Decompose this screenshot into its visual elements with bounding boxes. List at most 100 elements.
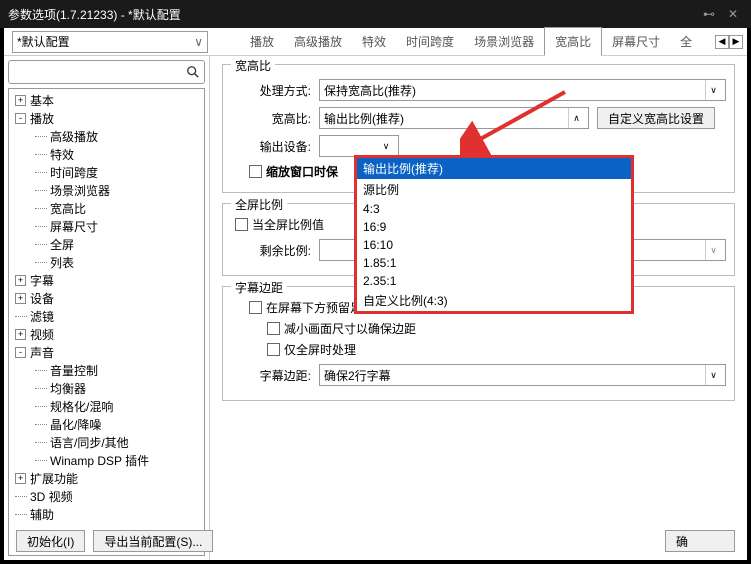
tree-item[interactable]: -播放 xyxy=(11,109,202,127)
tree-label: 规格化/混响 xyxy=(50,398,113,415)
tree-label: 基本 xyxy=(30,92,54,109)
search-input[interactable] xyxy=(13,62,186,82)
resize-label: 缩放窗口时保 xyxy=(266,163,338,180)
dropdown-item[interactable]: 2.35:1 xyxy=(357,272,631,290)
output-select[interactable]: ∨ xyxy=(319,135,399,157)
ratio-select[interactable]: 输出比例(推荐) ∧ xyxy=(319,107,589,129)
collapse-icon[interactable]: - xyxy=(15,113,26,124)
sub-margin-select[interactable]: 确保2行字幕 ∨ xyxy=(319,364,726,386)
tree-label: 视频 xyxy=(30,326,54,343)
tree-label: 字幕 xyxy=(30,272,54,289)
fullscreen-label: 当全屏比例值 xyxy=(252,216,324,233)
dropdown-item[interactable]: 1.85:1 xyxy=(357,254,631,272)
tree-label: 全屏 xyxy=(50,236,74,253)
dropdown-item[interactable]: 4:3 xyxy=(357,200,631,218)
tab-5[interactable]: 宽高比 xyxy=(544,27,602,56)
tree-label: 屏幕尺寸 xyxy=(50,218,98,235)
tree-item[interactable]: 均衡器 xyxy=(11,379,202,397)
tree-item[interactable]: + 扩展功能 xyxy=(11,469,202,487)
tab-7[interactable]: 全 xyxy=(670,28,702,55)
export-button[interactable]: 导出当前配置(S)... xyxy=(93,530,213,552)
sub-margin-label: 字幕边距: xyxy=(231,367,311,384)
tree-label: 特效 xyxy=(50,146,74,163)
tree-item[interactable]: 列表 xyxy=(11,253,202,271)
tab-1[interactable]: 高级播放 xyxy=(284,28,352,55)
pin-icon[interactable]: ⊷ xyxy=(699,4,719,24)
preset-value: *默认配置 xyxy=(17,33,70,50)
mode-select[interactable]: 保持宽高比(推荐) ∨ xyxy=(319,79,726,101)
tree-label: 列表 xyxy=(50,254,74,271)
sub-checkbox-1[interactable] xyxy=(249,301,262,314)
tree-item[interactable]: 屏幕尺寸 xyxy=(11,217,202,235)
tree-item[interactable]: 晶化/降噪 xyxy=(11,415,202,433)
tree-label: 时间跨度 xyxy=(50,164,98,181)
sub-checkbox-3[interactable] xyxy=(267,343,280,356)
tree-item[interactable]: -声音 xyxy=(11,343,202,361)
tab-6[interactable]: 屏幕尺寸 xyxy=(602,28,670,55)
ok-button[interactable]: 确 xyxy=(665,530,735,552)
tree-item[interactable]: 辅助 xyxy=(11,505,202,523)
expand-icon[interactable]: + xyxy=(15,95,26,106)
tree-item[interactable]: +设备 xyxy=(11,289,202,307)
tab-4[interactable]: 场景浏览器 xyxy=(464,28,544,55)
tab-0[interactable]: 播放 xyxy=(240,28,284,55)
resize-checkbox[interactable] xyxy=(249,165,262,178)
tab-bar: 播放高级播放特效时间跨度场景浏览器宽高比屏幕尺寸全 xyxy=(240,28,702,55)
tree-item[interactable]: 滤镜 xyxy=(11,307,202,325)
titlebar: 参数选项(1.7.21233) - *默认配置 ⊷ ✕ xyxy=(0,0,751,28)
dropdown-item[interactable]: 自定义比例(4:3) xyxy=(357,290,631,311)
close-icon[interactable]: ✕ xyxy=(723,4,743,24)
expand-icon[interactable]: + xyxy=(15,473,26,484)
tree-label: 高级播放 xyxy=(50,128,98,145)
custom-ratio-button[interactable]: 自定义宽高比设置 xyxy=(597,107,715,129)
dropdown-item[interactable]: 输出比例(推荐) xyxy=(357,158,631,179)
tree-label: Winamp DSP 插件 xyxy=(50,452,149,469)
tab-3[interactable]: 时间跨度 xyxy=(396,28,464,55)
init-button[interactable]: 初始化(I) xyxy=(16,530,85,552)
dropdown-item[interactable]: 16:9 xyxy=(357,218,631,236)
expand-icon[interactable]: + xyxy=(15,293,26,304)
tree-item[interactable]: 高级播放 xyxy=(11,127,202,145)
preset-select[interactable]: *默认配置 ∨ xyxy=(12,31,208,53)
group-legend: 字幕边距 xyxy=(231,279,287,296)
chevron-down-icon: ∨ xyxy=(705,240,721,260)
tree-item[interactable]: 规格化/混响 xyxy=(11,397,202,415)
group-legend: 全屏比例 xyxy=(231,196,287,213)
dropdown-item[interactable]: 源比例 xyxy=(357,179,631,200)
tree-item[interactable]: 语言/同步/其他 xyxy=(11,433,202,451)
sub-checkbox-2[interactable] xyxy=(267,322,280,335)
fullscreen-checkbox[interactable] xyxy=(235,218,248,231)
chevron-down-icon: ∨ xyxy=(705,365,721,385)
tree-item[interactable]: Winamp DSP 插件 xyxy=(11,451,202,469)
mode-label: 处理方式: xyxy=(231,82,311,99)
expand-icon[interactable]: + xyxy=(15,275,26,286)
tree-item[interactable]: + 基本 xyxy=(11,91,202,109)
chevron-up-icon: ∧ xyxy=(568,108,584,128)
tree-item[interactable]: 音量控制 xyxy=(11,361,202,379)
tab-2[interactable]: 特效 xyxy=(352,28,396,55)
expand-icon[interactable]: + xyxy=(15,329,26,340)
tree-item[interactable]: 时间跨度 xyxy=(11,163,202,181)
dropdown-item[interactable]: 16:10 xyxy=(357,236,631,254)
tree-item[interactable]: 3D 视频 xyxy=(11,487,202,505)
tree-label: 音量控制 xyxy=(50,362,98,379)
tree-item[interactable]: 场景浏览器 xyxy=(11,181,202,199)
collapse-icon[interactable]: - xyxy=(15,347,26,358)
tree-item[interactable]: 全屏 xyxy=(11,235,202,253)
tree-item[interactable]: + 字幕 xyxy=(11,271,202,289)
tree-item[interactable]: 特效 xyxy=(11,145,202,163)
tree-item[interactable]: + 视频 xyxy=(11,325,202,343)
ratio-dropdown: 输出比例(推荐)源比例4:316:916:101.85:12.35:1自定义比例… xyxy=(354,155,634,314)
tree-label: 场景浏览器 xyxy=(50,182,110,199)
search-box xyxy=(8,60,205,84)
tree-label: 语言/同步/其他 xyxy=(50,434,129,451)
remain-label: 剩余比例: xyxy=(231,242,311,259)
tree-item[interactable]: 宽高比 xyxy=(11,199,202,217)
nav-tree: +基本-播放高级播放特效时间跨度场景浏览器宽高比屏幕尺寸全屏列表+字幕+设备滤镜… xyxy=(8,88,205,556)
tree-label: 播放 xyxy=(30,110,54,127)
tab-scroll-right[interactable]: ▶ xyxy=(729,35,743,49)
tree-label: 扩展功能 xyxy=(30,470,78,487)
search-icon[interactable] xyxy=(186,65,200,79)
output-label: 输出设备: xyxy=(231,138,311,155)
tab-scroll-left[interactable]: ◀ xyxy=(715,35,729,49)
